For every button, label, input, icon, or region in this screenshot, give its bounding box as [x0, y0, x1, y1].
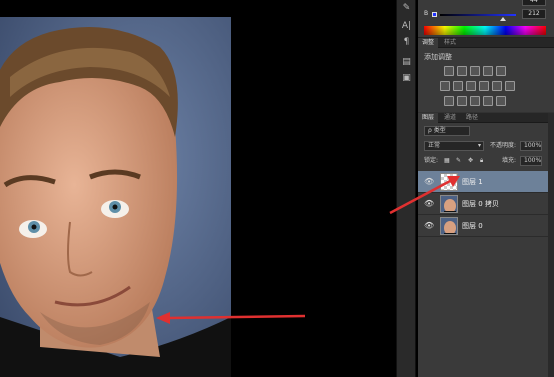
b-value-box[interactable]: 212 [522, 9, 546, 19]
notes-tool-icon[interactable]: ▤ [400, 56, 413, 69]
layers-scrollbar[interactable] [548, 113, 554, 377]
top-slider-row: 44 [424, 0, 548, 6]
channel-mixer-icon[interactable] [492, 81, 502, 91]
annotation-arrows [156, 312, 306, 324]
color-panel: 44 B 212 [418, 0, 554, 38]
layer-row[interactable]: 👁︎ 图层 0 拷贝 [418, 193, 548, 215]
b-slider-track[interactable] [440, 14, 516, 16]
adjustment-icons-row-1 [444, 66, 506, 76]
layer-thumbnail [440, 195, 458, 213]
lock-transparent-icon[interactable]: ▦ [444, 156, 450, 166]
layer-filter-input[interactable]: ρ 类型 [424, 126, 470, 136]
layer-name: 图层 1 [462, 178, 483, 186]
brightness-icon[interactable] [444, 66, 454, 76]
layer-name: 图层 0 拷贝 [462, 200, 499, 208]
selective-color-icon[interactable] [496, 96, 506, 106]
layer-row[interactable]: 👁︎ 图层 1 [418, 171, 548, 193]
chevron-down-icon: ▾ [477, 142, 481, 149]
b-swatch [432, 12, 437, 17]
photo-filter-icon[interactable] [479, 81, 489, 91]
layer-row[interactable]: 👁︎ 图层 0 [418, 215, 548, 237]
tab-adjustments[interactable]: 调整 [418, 38, 439, 48]
opacity-label: 不透明度: [490, 142, 517, 149]
posterize-icon[interactable] [457, 96, 467, 106]
visibility-eye-icon[interactable]: 👁︎ [424, 177, 434, 186]
tab-layers[interactable]: 图层 [418, 113, 439, 123]
panels-column: 44 B 212 调整 样式 添加调整 图层 通道 路径 ρ 类型 正常 ▾ 不… [418, 0, 554, 377]
lock-label: 锁定: [424, 157, 439, 164]
vibrance-icon[interactable] [496, 66, 506, 76]
paragraph-tool-icon[interactable]: ¶ [400, 36, 413, 49]
color-lookup-icon[interactable] [505, 81, 515, 91]
text-tool-icon[interactable]: A| [400, 20, 413, 33]
fill-label: 填充: [502, 157, 517, 164]
layer-name: 图层 0 [462, 222, 483, 230]
gradient-map-icon[interactable] [483, 96, 493, 106]
brush-tool-icon[interactable]: ✎ [400, 2, 413, 15]
lock-position-icon[interactable]: ✥ [468, 156, 473, 166]
adjustment-icons-row-2 [440, 81, 515, 91]
adjustment-icons-row-3 [444, 96, 506, 106]
adjustments-panel: 调整 样式 添加调整 [418, 38, 554, 112]
adjustments-tabbar: 调整 样式 [418, 38, 554, 48]
b-slider-thumb[interactable] [500, 17, 507, 21]
black-white-icon[interactable] [466, 81, 476, 91]
blend-mode-select[interactable]: 正常 ▾ [424, 141, 484, 151]
lock-all-icon[interactable]: 🔒︎ [480, 156, 483, 166]
layers-tabbar: 图层 通道 路径 [418, 113, 554, 123]
layer-thumbnail [440, 217, 458, 235]
threshold-icon[interactable] [470, 96, 480, 106]
curves-icon[interactable] [470, 66, 480, 76]
hue-saturation-icon[interactable] [440, 81, 450, 91]
exposure-icon[interactable] [483, 66, 493, 76]
blend-mode-value: 正常 [428, 142, 441, 149]
lock-image-icon[interactable]: ✎ [456, 156, 461, 166]
invert-icon[interactable] [444, 96, 454, 106]
visibility-eye-icon[interactable]: 👁︎ [424, 221, 434, 230]
history-tool-icon[interactable]: ▣ [400, 72, 413, 85]
adjustments-title: 添加调整 [424, 53, 452, 61]
opacity-input[interactable]: 100% [520, 141, 542, 151]
levels-icon[interactable] [457, 66, 467, 76]
layer-thumbnail [440, 173, 458, 191]
color-spectrum[interactable] [424, 26, 546, 35]
b-label: B [424, 10, 429, 17]
fill-input[interactable]: 100% [520, 156, 542, 166]
arrow-to-chin-head [156, 312, 170, 324]
arrow-to-chin [167, 314, 306, 320]
layers-panel: 图层 通道 路径 ρ 类型 正常 ▾ 不透明度: 100% 锁定: ▦ ✎ ✥ … [418, 113, 554, 377]
b-slider-row: B 212 [424, 9, 548, 21]
tab-styles[interactable]: 样式 [440, 38, 460, 48]
tab-paths[interactable]: 路径 [462, 113, 482, 123]
top-value-box[interactable]: 44 [522, 0, 546, 6]
color-balance-icon[interactable] [453, 81, 463, 91]
document-canvas[interactable] [0, 0, 396, 377]
visibility-eye-icon[interactable]: 👁︎ [424, 199, 434, 208]
tool-strip: ✎ A| ¶ ▤ ▣ [396, 0, 416, 377]
tab-channels[interactable]: 通道 [440, 113, 460, 123]
